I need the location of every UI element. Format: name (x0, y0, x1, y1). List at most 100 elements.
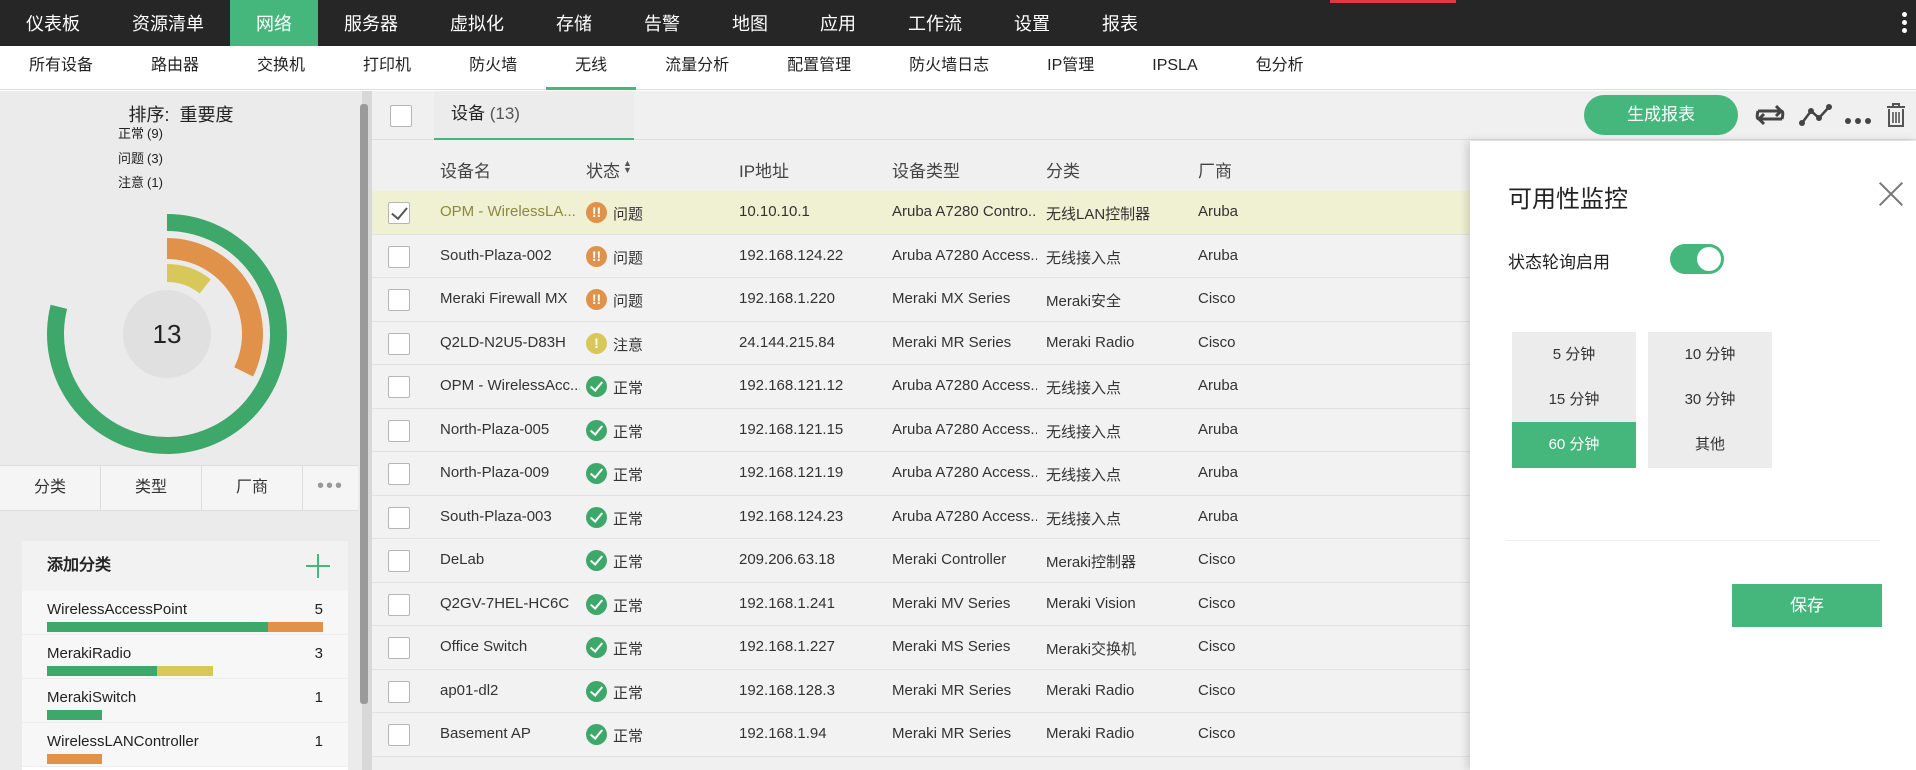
row-checkbox[interactable] (388, 332, 410, 355)
category-item[interactable]: WirelessLANController 1 (22, 723, 348, 767)
more-tabs-icon[interactable]: ••• (303, 466, 358, 510)
save-button[interactable]: 保存 (1732, 584, 1882, 627)
column-header-3[interactable]: 设备类型 (892, 157, 960, 182)
delete-trash-icon[interactable] (1878, 99, 1914, 131)
row-checkbox[interactable] (388, 289, 410, 311)
device-name-link[interactable]: OPM - WirelessAcc... (440, 377, 580, 394)
row-checkbox[interactable] (388, 419, 410, 442)
subnav-item-10[interactable]: IPSLA (1123, 46, 1226, 90)
device-name-link[interactable]: Meraki Firewall MX (440, 290, 568, 307)
column-header-2[interactable]: IP地址 (739, 157, 789, 182)
row-checkbox[interactable] (388, 376, 410, 398)
interval-button-4[interactable]: 60 分钟 (1512, 422, 1636, 468)
subnav-item-4[interactable]: 防火墙 (440, 46, 546, 90)
topnav-item-8[interactable]: 应用 (794, 0, 882, 46)
row-checkbox[interactable] (388, 550, 410, 572)
device-name-link[interactable]: ap01-dl2 (440, 682, 498, 699)
device-type: Meraki MR Series (892, 333, 1012, 351)
category-item[interactable]: WirelessAccessPoint 5 (22, 591, 348, 635)
vendor: Aruba (1198, 377, 1239, 394)
subnav-item-6[interactable]: 流量分析 (636, 46, 758, 90)
subnav-item-3[interactable]: 打印机 (334, 46, 440, 90)
interval-button-5[interactable]: 其他 (1648, 422, 1772, 468)
device-name-link[interactable]: OPM - WirelessLA... (440, 203, 576, 220)
row-checkbox[interactable] (388, 637, 410, 659)
column-header-4[interactable]: 分类 (1046, 157, 1080, 182)
topnav-item-6[interactable]: 告警 (618, 0, 706, 46)
category-item[interactable]: MerakiSwitch 1 (22, 679, 348, 723)
topnav-item-1[interactable]: 资源清单 (106, 0, 230, 46)
filter-tab-0[interactable]: 分类 (0, 466, 101, 510)
top-nav: 仪表板 资源清单 网络 服务器 虚拟化 存储 告警 地图 应用 工作流 设置 报表 (0, 0, 1916, 46)
subnav-item-0[interactable]: 所有设备 (0, 46, 122, 90)
device-name-link[interactable]: South-Plaza-003 (440, 508, 552, 525)
device-name-link[interactable]: Basement AP (440, 725, 531, 742)
trend-graph-icon[interactable] (1798, 99, 1834, 131)
column-header-1[interactable]: 状态 ▲ ▼ (586, 157, 632, 182)
column-header-label: 设备类型 (892, 162, 960, 181)
status-donut-chart: 13 (46, 214, 287, 455)
row-checkbox[interactable] (388, 593, 410, 616)
status-problem-icon: !! (586, 202, 607, 223)
row-checkbox[interactable] (388, 724, 410, 746)
device-name-link[interactable]: South-Plaza-002 (440, 247, 552, 264)
device-type: Meraki Controller (892, 551, 1007, 568)
topnav-item-10[interactable]: 设置 (988, 0, 1076, 46)
interval-button-2[interactable]: 15 分钟 (1512, 377, 1636, 423)
more-options-icon[interactable] (1840, 99, 1876, 131)
category-item[interactable]: MerakiRadio 3 (22, 635, 348, 679)
topnav-item-9[interactable]: 工作流 (882, 0, 988, 46)
filter-tab-1[interactable]: 类型 (101, 466, 202, 510)
generate-report-button[interactable]: 生成报表 (1584, 95, 1738, 135)
sync-icon[interactable] (1752, 99, 1788, 131)
device-name-link[interactable]: Q2LD-N2U5-D83H (440, 334, 566, 351)
topnav-item-4[interactable]: 虚拟化 (424, 0, 530, 46)
more-menu-icon[interactable] (1902, 12, 1908, 36)
select-all-checkbox[interactable] (390, 105, 412, 127)
donut-legend-label: 注意 (118, 175, 145, 190)
subnav-item-9[interactable]: IP管理 (1018, 46, 1123, 90)
devices-tab[interactable]: 设备 (13) (434, 91, 634, 140)
device-name-link[interactable]: Q2GV-7HEL-HC6C (440, 595, 569, 612)
close-icon[interactable] (1878, 181, 1904, 207)
column-header-0[interactable]: 设备名 (440, 157, 491, 182)
status-text: 正常 (613, 554, 644, 571)
category-bar (47, 710, 103, 720)
device-name-link[interactable]: DeLab (440, 551, 484, 568)
topnav-item-5[interactable]: 存储 (530, 0, 618, 46)
topnav-item-11[interactable]: 报表 (1076, 0, 1164, 46)
subnav-item-11[interactable]: 包分析 (1227, 46, 1333, 90)
sort-arrows-icon[interactable]: ▲ ▼ (623, 159, 632, 175)
row-checkbox[interactable] (388, 506, 410, 529)
subnav-item-2[interactable]: 交换机 (228, 46, 334, 90)
column-header-5[interactable]: 厂商 (1198, 157, 1232, 182)
topnav-item-3[interactable]: 服务器 (318, 0, 424, 46)
row-checkbox[interactable] (388, 245, 410, 268)
device-category: 无线接入点 (1046, 510, 1122, 528)
topnav-item-2[interactable]: 网络 (230, 0, 318, 46)
add-category-plus-icon[interactable] (306, 554, 330, 578)
device-name-link[interactable]: North-Plaza-009 (440, 464, 549, 481)
device-type: Aruba A7280 Access... (892, 464, 1037, 481)
device-name-link[interactable]: North-Plaza-005 (440, 421, 549, 438)
topnav-item-0[interactable]: 仪表板 (0, 0, 106, 46)
sort-selector[interactable]: 排序: 重要度 (0, 101, 362, 127)
subnav-item-8[interactable]: 防火墙日志 (880, 46, 1018, 90)
topnav-item-7[interactable]: 地图 (706, 0, 794, 46)
row-checkbox[interactable] (388, 463, 410, 485)
interval-button-1[interactable]: 10 分钟 (1648, 332, 1772, 378)
subnav-item-7[interactable]: 配置管理 (758, 46, 880, 90)
interval-button-3[interactable]: 30 分钟 (1648, 377, 1772, 423)
left-scrollbar-thumb[interactable] (360, 104, 368, 704)
row-checkbox[interactable] (388, 680, 410, 703)
status-poll-toggle[interactable] (1670, 244, 1724, 274)
interval-button-0[interactable]: 5 分钟 (1512, 332, 1636, 378)
filter-tab-2[interactable]: 厂商 (202, 466, 303, 510)
row-checkbox[interactable] (388, 202, 410, 224)
sort-value: 重要度 (179, 105, 234, 125)
subnav-item-1[interactable]: 路由器 (122, 46, 228, 90)
device-name-link[interactable]: Office Switch (440, 638, 527, 655)
device-type: Aruba A7280 Access... (892, 246, 1037, 264)
status-ok-icon (586, 419, 607, 441)
subnav-item-5[interactable]: 无线 (546, 46, 637, 90)
